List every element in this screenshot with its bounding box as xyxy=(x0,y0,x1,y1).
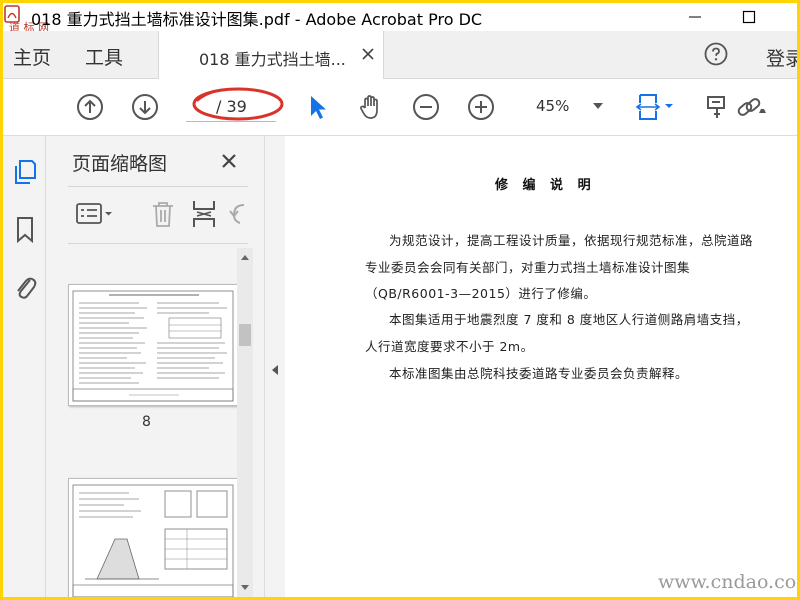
tab-tools[interactable]: 工具 xyxy=(85,43,123,70)
zoom-level[interactable]: 45% xyxy=(536,97,569,115)
thumbnail-label: 8 xyxy=(142,414,151,430)
annotation-ellipse xyxy=(192,87,284,121)
collapse-panel-icon[interactable] xyxy=(271,364,279,376)
attachment-icon[interactable] xyxy=(13,272,37,302)
minimize-icon xyxy=(689,16,701,18)
minimize-button[interactable] xyxy=(672,3,718,31)
document-paragraph: （QB/R6001-3—2015）进行了修编。 xyxy=(365,286,597,301)
zoom-out-icon[interactable] xyxy=(411,92,441,122)
document-paragraph: 为规范设计，提高工程设计质量，依据现行规范标准，总院道路 xyxy=(389,233,754,248)
document-paragraph: 人行道宽度要求不小于 2m。 xyxy=(365,339,534,354)
sign-in-link[interactable]: 登录 xyxy=(766,44,797,71)
acrobat-window: 道 标 网 018 重力式挡土墙标准设计图集.pdf - Adobe Acrob… xyxy=(3,3,797,597)
zoom-in-icon[interactable] xyxy=(466,92,496,122)
thumbnail-preview xyxy=(72,484,234,597)
document-tab-label: 018 重力式挡土墙... xyxy=(199,50,346,69)
close-icon xyxy=(362,48,374,60)
prev-page-icon[interactable] xyxy=(75,92,105,122)
tab-home[interactable]: 主页 xyxy=(13,43,51,70)
page-thumbnail-8[interactable] xyxy=(68,284,238,406)
next-page-icon[interactable] xyxy=(130,92,160,122)
document-paragraph: 本标准图集由总院科技委道路专业委员会负责解释。 xyxy=(389,366,689,381)
maximize-button[interactable] xyxy=(726,3,772,31)
options-menu-icon[interactable] xyxy=(76,202,114,226)
chevron-down-icon[interactable] xyxy=(593,103,603,109)
thumbnail-preview xyxy=(72,290,234,402)
select-arrow-icon[interactable] xyxy=(303,92,333,122)
window-title: 018 重力式挡土墙标准设计图集.pdf - Adobe Acrobat Pro… xyxy=(31,10,483,29)
document-paragraph: 本图集适用于地震烈度 7 度和 8 度地区人行道侧路肩墙支挡， xyxy=(389,312,749,327)
scrollbar-thumb[interactable] xyxy=(239,324,251,346)
delete-icon[interactable] xyxy=(150,200,176,228)
undo-icon[interactable] xyxy=(228,201,248,227)
title-bar: 道 标 网 018 重力式挡土墙标准设计图集.pdf - Adobe Acrob… xyxy=(3,3,797,33)
thumbnails-scrollbar[interactable] xyxy=(237,248,253,597)
watermark: www.cndao.com xyxy=(658,571,797,593)
page-thumbnails-icon[interactable] xyxy=(13,158,37,186)
rotate-fit-icon[interactable] xyxy=(190,199,218,229)
maximize-icon xyxy=(742,10,756,24)
navigation-rail xyxy=(3,136,46,597)
help-icon[interactable] xyxy=(704,42,728,66)
hand-icon[interactable] xyxy=(356,92,386,122)
document-tab-close-button[interactable] xyxy=(362,43,374,65)
thumbnails-panel: 页面缩略图 8 xyxy=(46,136,264,597)
document-paragraph: 专业委员会会同有关部门，对重力式挡土墙标准设计图集 xyxy=(365,260,691,275)
panel-title: 页面缩略图 xyxy=(72,153,168,175)
tab-bar: 主页 工具 018 重力式挡土墙... 登录 xyxy=(3,31,797,79)
bookmark-icon[interactable] xyxy=(15,216,35,244)
panel-splitter[interactable] xyxy=(264,136,286,597)
scroll-mode-icon[interactable] xyxy=(635,92,677,122)
scroll-up-icon[interactable] xyxy=(240,253,250,261)
document-view[interactable]: 修 编 说 明 为规范设计，提高工程设计质量，依据现行规范标准，总院道路 专业委… xyxy=(285,136,797,597)
comment-icon[interactable] xyxy=(705,92,727,122)
thumbnails-toolbar xyxy=(68,186,248,244)
main-toolbar: / 39 45% xyxy=(3,79,797,136)
document-tab[interactable]: 018 重力式挡土墙... xyxy=(158,31,384,79)
close-icon[interactable] xyxy=(221,153,237,169)
link-icon[interactable] xyxy=(735,92,769,122)
document-heading: 修 编 说 明 xyxy=(495,178,596,193)
scroll-down-icon[interactable] xyxy=(240,584,250,592)
page-thumbnail-9[interactable] xyxy=(68,478,238,597)
